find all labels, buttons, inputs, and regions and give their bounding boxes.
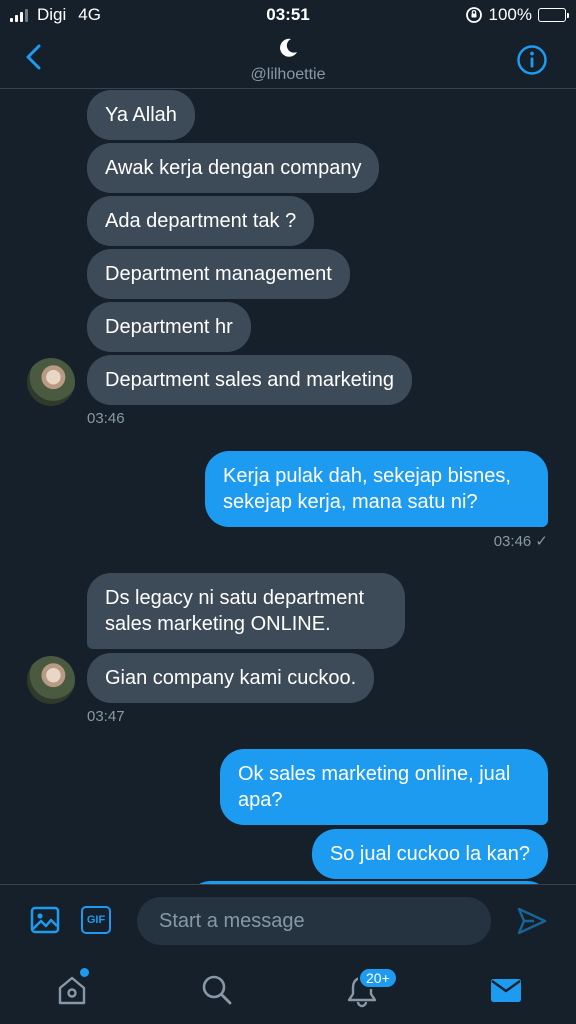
message-thread[interactable]: Ya Allah Awak kerja dengan company Ada d… [0,88,576,884]
incoming-message[interactable]: Ds legacy ni satu department sales marke… [87,573,405,649]
battery-percent: 100% [488,5,532,24]
avatar[interactable] [27,656,75,704]
incoming-message[interactable]: Gian company kami cuckoo. [87,653,375,703]
outgoing-message[interactable]: So jual cuckoo la kan? [311,829,548,879]
message-composer: GIF [0,884,576,957]
outgoing-message[interactable]: Kerja pulak dah, sekejap bisnes, sekejap… [205,451,548,527]
outgoing-message[interactable]: Ok sales marketing online, jual apa? [220,749,548,825]
incoming-message[interactable]: Ada department tak ? [87,196,315,246]
notifications-badge: 20+ [358,967,398,989]
incoming-message[interactable]: Awak kerja dengan company [87,143,380,193]
tab-bar: 20+ [0,956,576,1024]
moon-icon[interactable] [276,36,300,60]
incoming-message[interactable]: Department hr [87,302,251,352]
status-right: 100% [465,5,569,25]
message-input[interactable] [137,897,491,945]
battery-icon [538,8,569,22]
new-content-dot [80,968,89,977]
avatar[interactable] [27,358,75,406]
incoming-message[interactable]: Department management [87,249,350,299]
conversation-handle[interactable]: @lilhoettie [0,66,576,84]
info-icon[interactable] [516,44,548,76]
timestamp: 03:47 [87,708,125,725]
orientation-lock-icon [465,7,482,23]
image-icon[interactable] [30,905,60,935]
timestamp: 03:46 ✓ [493,533,548,550]
status-bar: Digi 4G 03:51 100% [0,0,576,30]
incoming-message[interactable]: Ya Allah [87,90,195,140]
search-icon[interactable] [199,972,235,1008]
incoming-message[interactable]: Department sales and marketing [87,355,413,405]
send-icon[interactable] [516,905,548,937]
home-icon[interactable] [54,972,90,1008]
gif-button[interactable]: GIF [81,906,111,934]
timestamp: 03:46 [87,410,125,427]
conversation-header: @lilhoettie [0,30,576,89]
envelope-icon[interactable] [488,972,524,1008]
